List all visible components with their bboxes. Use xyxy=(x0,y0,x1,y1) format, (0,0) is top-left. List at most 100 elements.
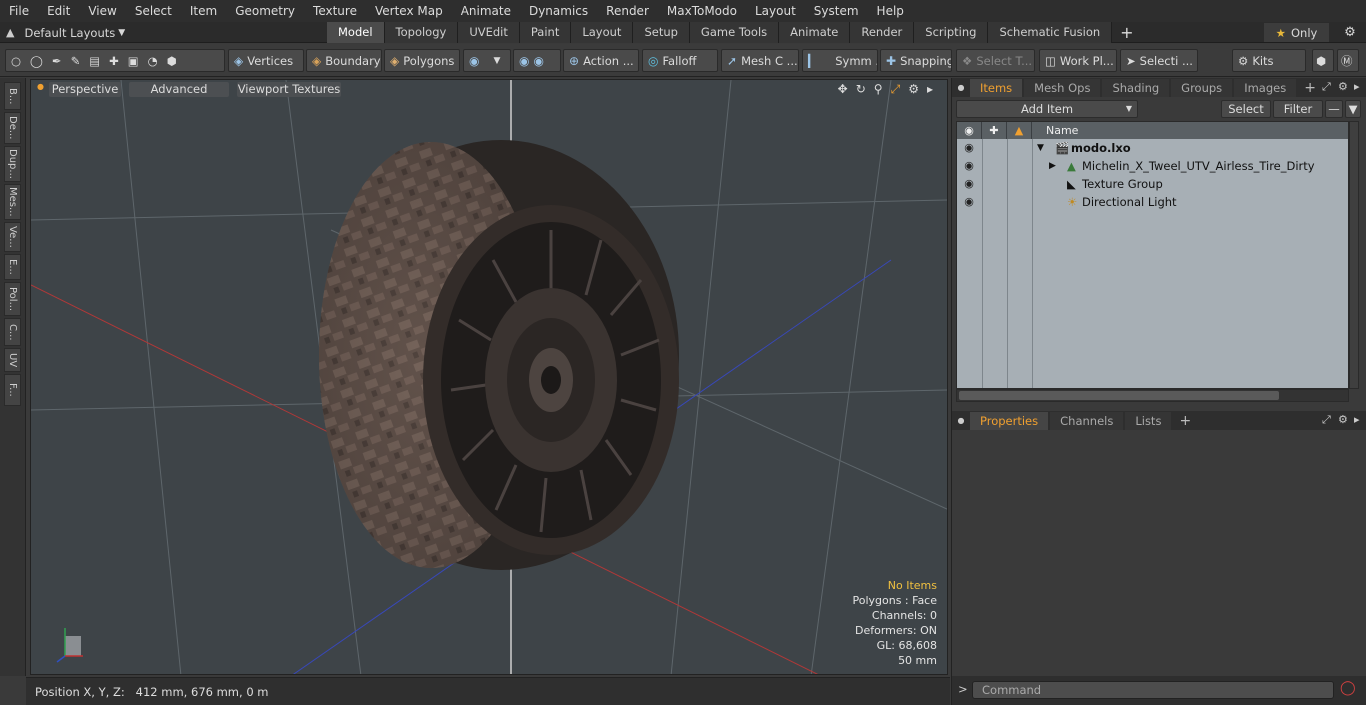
panel-menu-icon[interactable]: ▸ xyxy=(1354,413,1360,426)
left-tab-vertex[interactable]: Ve... xyxy=(4,222,21,252)
menu-system[interactable]: System xyxy=(805,0,868,22)
add-item-button[interactable]: Add Item ▼ xyxy=(956,100,1138,118)
pen-icon[interactable]: ✒ xyxy=(52,54,62,68)
panel-gear-icon[interactable]: ⚙ xyxy=(1338,413,1348,426)
tab-setup[interactable]: Setup xyxy=(633,22,690,43)
filter-button[interactable]: Filter xyxy=(1273,100,1323,118)
zoom-icon[interactable]: ⚲ xyxy=(874,82,883,97)
work-plane-button[interactable]: ◫ Work Pl... xyxy=(1039,49,1117,72)
tab-uvedit[interactable]: UVEdit xyxy=(458,22,520,43)
circle-select-icon[interactable]: ○ xyxy=(11,54,21,68)
viewport-textures-button[interactable]: Viewport Textures xyxy=(237,82,341,97)
action-center-button[interactable]: ⊕ Action ... xyxy=(563,49,639,72)
items-horizontal-scrollbar[interactable] xyxy=(956,389,1349,402)
eye-icon[interactable]: ◉ xyxy=(961,193,977,211)
item-row-texture-group[interactable]: ◉ ◣ Texture Group xyxy=(957,175,1348,193)
eye-icon[interactable]: ◉ xyxy=(961,157,977,175)
tab-lists[interactable]: Lists xyxy=(1125,412,1172,430)
tab-game-tools[interactable]: Game Tools xyxy=(689,22,780,43)
rotate-icon[interactable]: ◔ xyxy=(148,54,158,68)
expand-arrow-icon[interactable]: ▶ xyxy=(1049,157,1056,175)
kits-button[interactable]: ⚙ Kits xyxy=(1232,49,1306,72)
material-mode-button[interactable]: ◉ ▼ xyxy=(463,49,511,72)
layout-selector[interactable]: ▲ Default Layouts ▼ xyxy=(6,22,125,43)
collapse-arrow-icon[interactable]: ▼ xyxy=(1037,139,1044,157)
funnel-icon[interactable]: ▼ xyxy=(1345,100,1361,118)
tab-properties[interactable]: Properties xyxy=(970,412,1049,430)
scrollbar-thumb[interactable] xyxy=(959,391,1279,400)
left-tab-mesh[interactable]: Mes... xyxy=(4,184,21,220)
item-row-light[interactable]: ◉ ☀ Directional Light xyxy=(957,193,1348,211)
menu-help[interactable]: Help xyxy=(868,0,913,22)
advanced-button[interactable]: Advanced xyxy=(129,82,229,97)
layout-up-icon[interactable]: ▲ xyxy=(6,26,14,39)
menu-animate[interactable]: Animate xyxy=(452,0,520,22)
panel-menu-icon[interactable]: ▸ xyxy=(1354,80,1360,93)
maximize-icon[interactable]: ⤢ xyxy=(891,82,901,97)
tab-schematic-fusion[interactable]: Schematic Fusion xyxy=(988,22,1113,43)
menu-texture[interactable]: Texture xyxy=(304,0,366,22)
mesh-constraint-button[interactable]: ➚ Mesh C ... xyxy=(721,49,799,72)
menu-edit[interactable]: Edit xyxy=(38,0,79,22)
tab-groups[interactable]: Groups xyxy=(1171,79,1233,97)
menu-geometry[interactable]: Geometry xyxy=(226,0,304,22)
collapse-icon[interactable]: — xyxy=(1325,100,1343,118)
falloff-button[interactable]: ◎ Falloff xyxy=(642,49,718,72)
tab-shading[interactable]: Shading xyxy=(1102,79,1170,97)
viewport-settings-icon[interactable]: ⚙ xyxy=(908,82,919,97)
play-icon[interactable]: ▸ xyxy=(927,82,933,97)
transform-icon[interactable]: ✚ xyxy=(109,54,119,68)
tab-scripting[interactable]: Scripting xyxy=(914,22,989,43)
panel-dot-icon[interactable]: ● xyxy=(952,79,970,97)
panel-dot-icon[interactable]: ● xyxy=(952,412,970,430)
tab-mesh-ops[interactable]: Mesh Ops xyxy=(1024,79,1101,97)
only-toggle[interactable]: ★ Only xyxy=(1264,23,1329,42)
add-panel-tab-icon[interactable]: + xyxy=(1173,412,1197,430)
perspective-button[interactable]: Perspective xyxy=(49,82,121,97)
globe-icon[interactable]: ◯ xyxy=(30,54,43,68)
visibility-column-icon[interactable]: ◉ xyxy=(957,122,982,139)
menu-vertex-map[interactable]: Vertex Map xyxy=(366,0,452,22)
tab-layout[interactable]: Layout xyxy=(571,22,634,43)
left-tab-uv[interactable]: UV xyxy=(4,348,21,372)
symmetry-button[interactable]: ▎ Symm ... xyxy=(802,49,878,72)
item-row-mesh[interactable]: ◉ ▶ ▲ Michelin_X_Tweel_UTV_Airless_Tire_… xyxy=(957,157,1348,175)
menu-file[interactable]: File xyxy=(0,0,38,22)
menu-item[interactable]: Item xyxy=(181,0,226,22)
command-input[interactable]: Command xyxy=(972,681,1334,699)
panel-gear-icon[interactable]: ⚙ xyxy=(1338,80,1348,93)
boundary-button[interactable]: ◈ Boundary xyxy=(306,49,382,72)
add-panel-tab-icon[interactable]: + xyxy=(1298,79,1322,97)
vertices-button[interactable]: ◈ Vertices xyxy=(228,49,304,72)
add-tab-icon[interactable]: + xyxy=(1112,22,1141,43)
lock-column-icon[interactable]: ✚ xyxy=(982,122,1007,139)
align-icon[interactable]: ▤ xyxy=(89,54,100,68)
eye-icon[interactable]: ◉ xyxy=(961,175,977,193)
menu-view[interactable]: View xyxy=(79,0,125,22)
left-tab-curve[interactable]: C... xyxy=(4,318,21,346)
tire-model[interactable] xyxy=(319,140,679,570)
left-tab-basic[interactable]: B... xyxy=(4,82,21,110)
tab-model[interactable]: Model xyxy=(327,22,385,43)
selection-sets-button[interactable]: ➤ Selecti ... xyxy=(1120,49,1198,72)
snapping-button[interactable]: ✚ Snapping xyxy=(880,49,952,72)
tab-paint[interactable]: Paint xyxy=(519,22,572,43)
brush-icon[interactable]: ✎ xyxy=(71,54,81,68)
left-tab-polygon[interactable]: Pol... xyxy=(4,282,21,316)
tab-items[interactable]: Items xyxy=(970,79,1023,97)
cube-icon[interactable]: ⬢ xyxy=(167,54,177,68)
orbit-icon[interactable]: ↻ xyxy=(856,82,866,97)
menu-render[interactable]: Render xyxy=(597,0,658,22)
select-through-button[interactable]: ❖ Select T... xyxy=(956,49,1035,72)
polygons-button[interactable]: ◈ Polygons xyxy=(384,49,460,72)
viewport-dot-icon[interactable]: ● xyxy=(37,82,44,91)
eye-icon[interactable]: ◉ xyxy=(961,139,977,157)
menu-select[interactable]: Select xyxy=(126,0,181,22)
tab-topology[interactable]: Topology xyxy=(384,22,459,43)
item-row-scene[interactable]: ◉ ▼ 🎬 modo.lxo xyxy=(957,139,1348,157)
menu-layout[interactable]: Layout xyxy=(746,0,805,22)
element-icon[interactable]: ▣ xyxy=(128,54,139,68)
tab-render[interactable]: Render xyxy=(850,22,915,43)
select-button[interactable]: Select xyxy=(1221,100,1271,118)
tab-images[interactable]: Images xyxy=(1234,79,1297,97)
